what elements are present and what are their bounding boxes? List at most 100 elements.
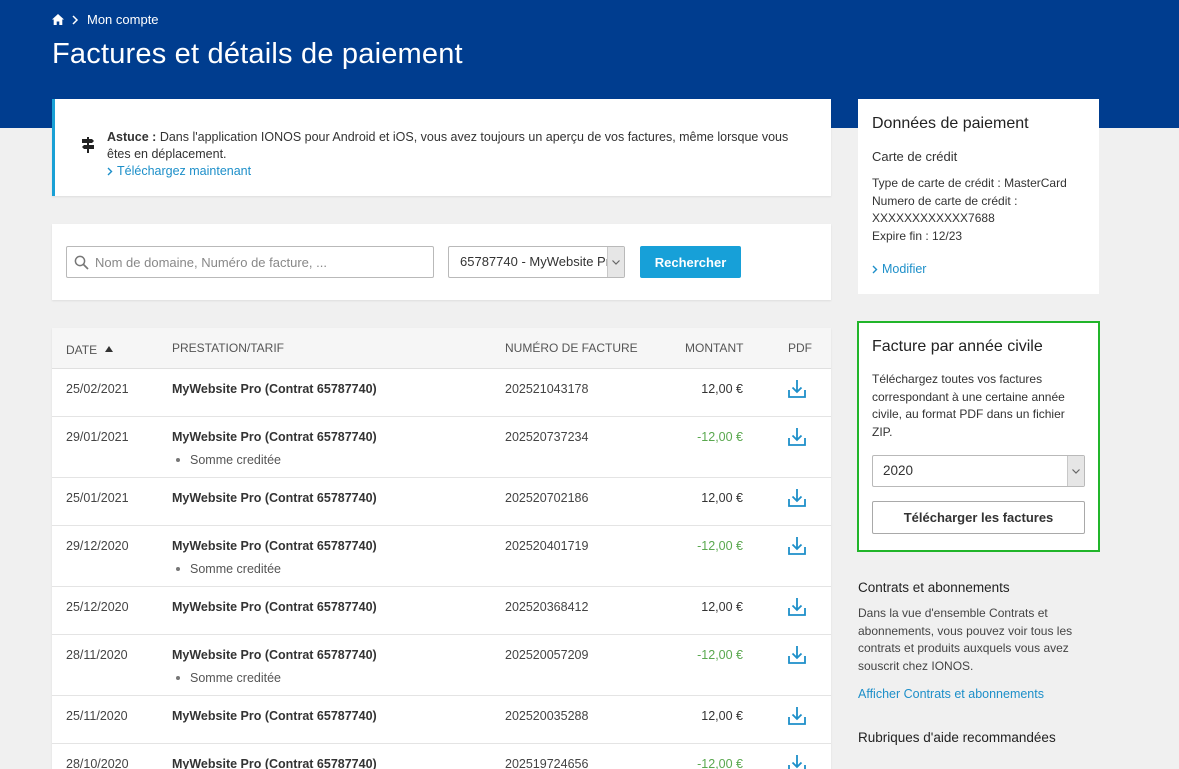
signpost-icon <box>82 137 94 153</box>
row-invoice-number: 202520368412 <box>505 600 589 614</box>
row-credit-note-text: Somme creditée <box>190 562 282 576</box>
download-pdf-icon[interactable] <box>787 488 807 511</box>
contract-select[interactable]: 65787740 - MyWebsite Pro <box>448 246 625 278</box>
download-pdf-icon[interactable] <box>787 706 807 729</box>
tip-text: Astuce : Dans l'application IONOS pour A… <box>107 129 807 163</box>
row-invoice-number: 202521043178 <box>505 382 589 396</box>
table-header: DATE PRESTATION/TARIF NUMÉRO DE FACTURE … <box>52 328 831 369</box>
row-service: MyWebsite Pro (Contrat 65787740) <box>172 709 377 723</box>
row-invoice-number: 202519724656 <box>505 757 589 769</box>
row-amount: -12,00 € <box>697 757 743 769</box>
card-expiry: Expire fin : 12/23 <box>872 228 963 243</box>
row-service: MyWebsite Pro (Contrat 65787740) <box>172 648 377 662</box>
row-date: 29/12/2020 <box>66 539 129 553</box>
column-header-amount[interactable]: MONTANT <box>685 341 743 355</box>
table-row: 25/02/2021 MyWebsite Pro (Contrat 6578774… <box>52 369 831 417</box>
download-pdf-icon[interactable] <box>787 379 807 402</box>
contract-select-value: 65787740 - MyWebsite Pro <box>460 254 618 269</box>
row-credit-note: Somme creditée <box>176 671 281 685</box>
breadcrumb: Mon compte <box>52 12 159 27</box>
download-pdf-icon[interactable] <box>787 536 807 559</box>
row-amount: 12,00 € <box>701 491 743 505</box>
row-amount: -12,00 € <box>697 648 743 662</box>
column-header-date-label: DATE <box>66 343 98 357</box>
card-number: XXXXXXXXXXXX7688 <box>872 211 995 225</box>
row-service: MyWebsite Pro (Contrat 65787740) <box>172 539 377 553</box>
row-date: 25/11/2020 <box>66 709 128 723</box>
table-row: 25/01/2021 MyWebsite Pro (Contrat 6578774… <box>52 478 831 526</box>
chevron-right-icon <box>72 14 79 25</box>
contracts-description: Dans la vue d'ensemble Contrats et abonn… <box>858 606 1073 673</box>
row-amount: 12,00 € <box>701 382 743 396</box>
help-title: Rubriques d'aide recommandées <box>858 730 1056 745</box>
download-pdf-icon[interactable] <box>787 427 807 450</box>
invoice-table: DATE PRESTATION/TARIF NUMÉRO DE FACTURE … <box>52 328 831 769</box>
payment-subtitle: Carte de crédit <box>872 149 958 164</box>
row-service: MyWebsite Pro (Contrat 65787740) <box>172 757 377 769</box>
search-panel: 65787740 - MyWebsite Pro Rechercher <box>52 224 831 300</box>
row-date: 29/01/2021 <box>66 430 129 444</box>
payment-details: Type de carte de crédit : MasterCard Num… <box>872 175 1087 245</box>
card-number-label: Numero de carte de crédit : <box>872 193 1018 208</box>
row-date: 28/10/2020 <box>66 757 129 769</box>
table-row: 25/12/2020 MyWebsite Pro (Contrat 6578774… <box>52 587 831 635</box>
year-select-value: 2020 <box>883 463 914 478</box>
modify-payment-link[interactable]: Modifier <box>872 262 926 276</box>
row-invoice-number: 202520702186 <box>505 491 589 505</box>
search-icon <box>74 255 89 270</box>
column-header-date[interactable]: DATE <box>66 343 114 357</box>
yearly-title: Facture par année civile <box>872 338 1043 355</box>
row-amount: -12,00 € <box>697 539 743 553</box>
modify-payment-label: Modifier <box>882 262 927 276</box>
search-field[interactable] <box>66 246 434 278</box>
table-row: 29/01/2021 MyWebsite Pro (Contrat 6578774… <box>52 417 831 478</box>
row-invoice-number: 202520401719 <box>505 539 589 553</box>
card-type: Type de carte de crédit : MasterCard <box>872 176 1067 190</box>
download-invoices-button[interactable]: Télécharger les factures <box>872 501 1085 534</box>
row-invoice-number: 202520737234 <box>505 430 589 444</box>
column-header-invoice[interactable]: NUMÉRO DE FACTURE <box>505 341 638 355</box>
row-credit-note: Somme creditée <box>176 453 281 467</box>
row-date: 25/12/2020 <box>66 600 129 614</box>
yearly-description: Téléchargez toutes vos factures correspo… <box>872 372 1065 439</box>
table-row: 25/11/2020 MyWebsite Pro (Contrat 6578774… <box>52 696 831 744</box>
row-service: MyWebsite Pro (Contrat 65787740) <box>172 382 377 396</box>
yearly-invoice-card: Facture par année civile Téléchargez tou… <box>857 321 1100 552</box>
table-row: 28/10/2020 MyWebsite Pro (Contrat 6578774… <box>52 744 831 769</box>
tip-body: Dans l'application IONOS pour Android et… <box>107 130 789 161</box>
row-date: 25/01/2021 <box>66 491 129 505</box>
page-title: Factures et détails de paiement <box>52 38 463 70</box>
chevron-down-icon[interactable] <box>1067 456 1084 486</box>
column-header-pdf: PDF <box>788 341 812 355</box>
row-credit-note: Somme creditée <box>176 562 281 576</box>
download-app-link[interactable]: Téléchargez maintenant <box>107 164 251 178</box>
row-date: 28/11/2020 <box>66 648 128 662</box>
row-credit-note-text: Somme creditée <box>190 671 282 685</box>
row-amount: -12,00 € <box>697 430 743 444</box>
row-date: 25/02/2021 <box>66 382 129 396</box>
search-input[interactable] <box>95 248 425 276</box>
breadcrumb-item-account[interactable]: Mon compte <box>87 12 159 27</box>
home-icon[interactable] <box>52 14 64 25</box>
download-pdf-icon[interactable] <box>787 645 807 668</box>
row-invoice-number: 202520057209 <box>505 648 589 662</box>
column-header-service[interactable]: PRESTATION/TARIF <box>172 341 284 355</box>
download-pdf-icon[interactable] <box>787 597 807 620</box>
row-invoice-number: 202520035288 <box>505 709 589 723</box>
download-pdf-icon[interactable] <box>787 754 807 769</box>
contracts-title: Contrats et abonnements <box>858 580 1010 595</box>
row-amount: 12,00 € <box>701 600 743 614</box>
contracts-link[interactable]: Afficher Contrats et abonnements <box>858 687 1044 701</box>
table-row: 28/11/2020 MyWebsite Pro (Contrat 6578774… <box>52 635 831 696</box>
sort-asc-icon <box>105 346 114 352</box>
tip-label: Astuce : <box>107 130 157 144</box>
payment-title: Données de paiement <box>872 115 1029 132</box>
year-select[interactable]: 2020 <box>872 455 1085 487</box>
row-service: MyWebsite Pro (Contrat 65787740) <box>172 600 377 614</box>
chevron-right-icon <box>107 167 113 175</box>
search-button[interactable]: Rechercher <box>640 246 741 278</box>
row-service: MyWebsite Pro (Contrat 65787740) <box>172 491 377 505</box>
chevron-down-icon[interactable] <box>607 247 624 277</box>
table-body: 25/02/2021 MyWebsite Pro (Contrat 6578774… <box>52 369 831 769</box>
tip-banner: Astuce : Dans l'application IONOS pour A… <box>52 99 831 196</box>
